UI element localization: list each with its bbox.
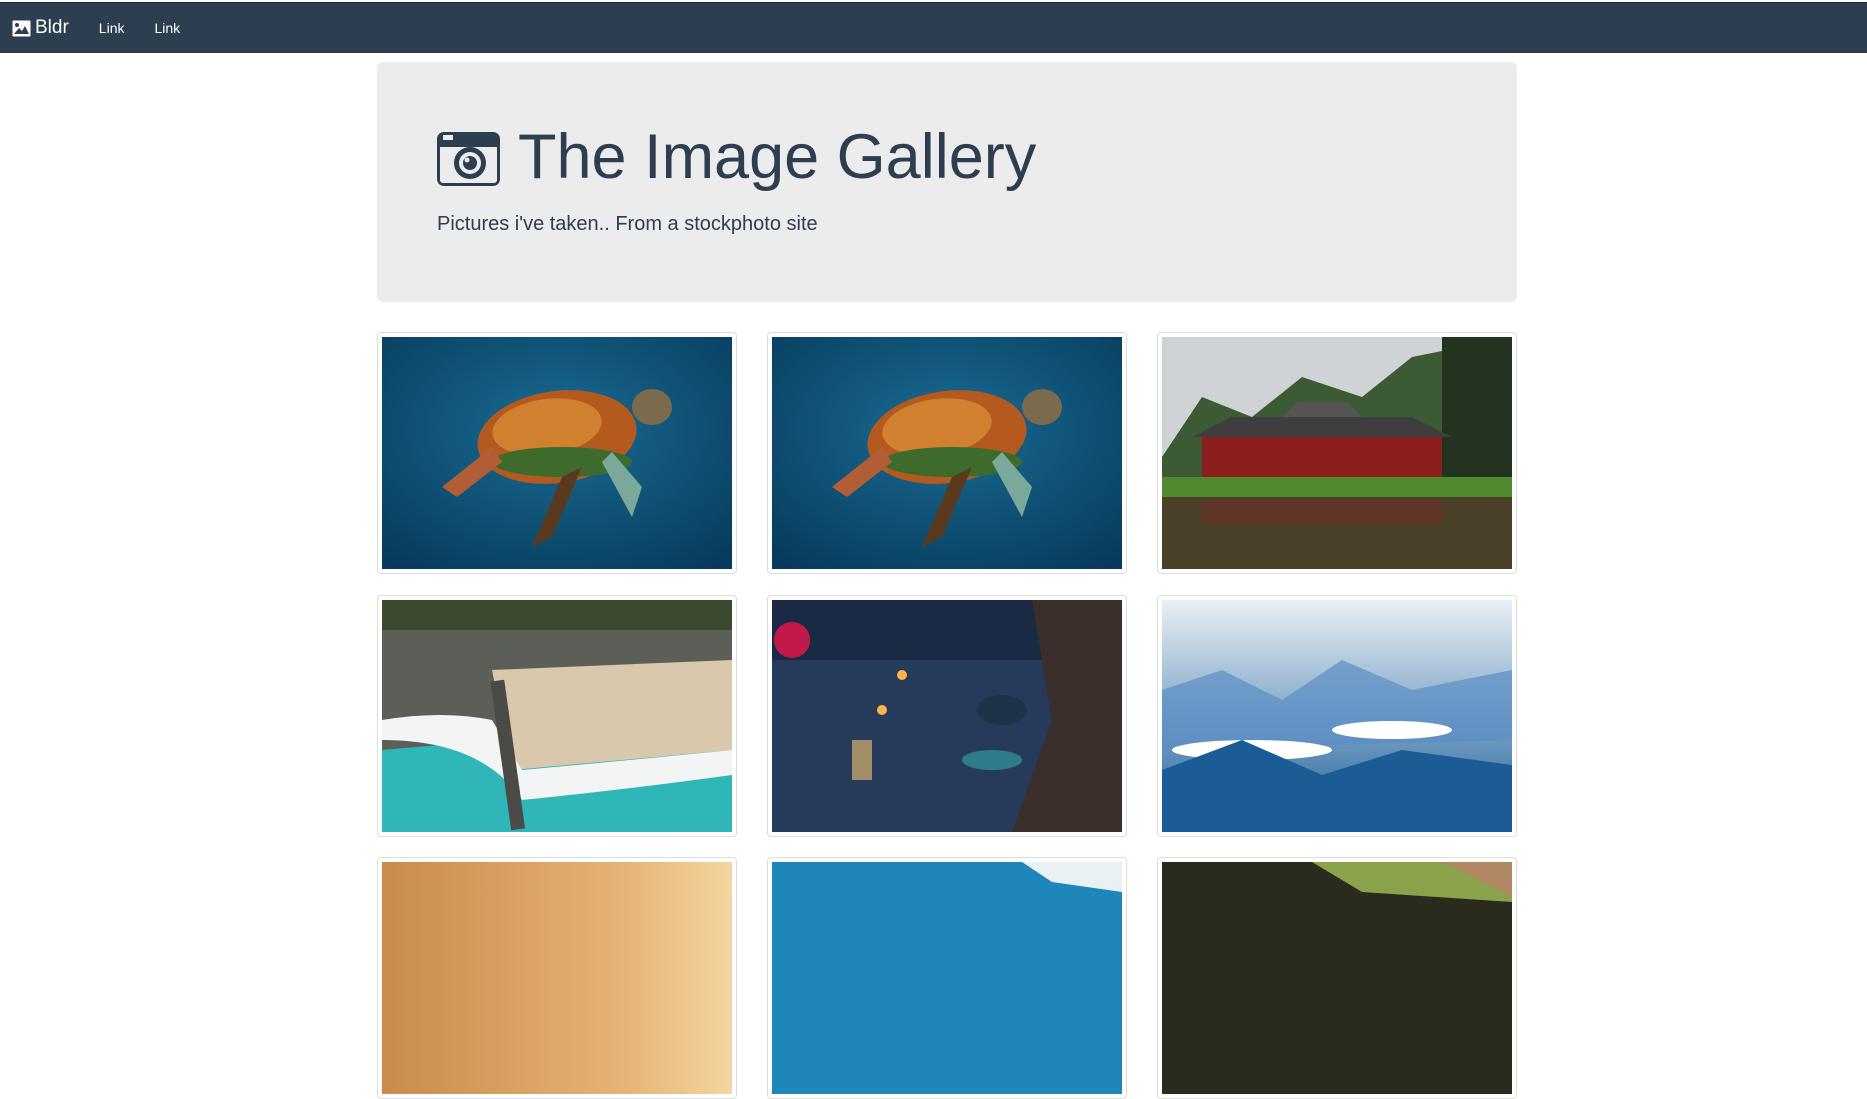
foliage-image — [1162, 862, 1512, 1094]
image-icon — [12, 20, 31, 36]
nav-link-1[interactable]: Link — [99, 20, 125, 36]
nav-link-2[interactable]: Link — [154, 20, 180, 36]
camera-icon — [437, 131, 500, 186]
aerial-beach-image — [382, 600, 732, 832]
sea-turtle-image — [382, 337, 732, 569]
sea-turtle-image — [772, 337, 1122, 569]
page-subtitle: Pictures i've taken.. From a stockphoto … — [437, 213, 818, 235]
title-text: The Image Gallery — [518, 122, 1037, 192]
brand-link[interactable]: Bldr — [12, 17, 69, 39]
gallery-thumbnail[interactable] — [377, 332, 737, 574]
temple-image — [1162, 337, 1512, 569]
sunset-image — [382, 862, 732, 1094]
brand-label: Bldr — [35, 17, 69, 38]
ocean-aerial-image — [772, 862, 1122, 1094]
page-title: The Image Gallery — [437, 126, 1036, 189]
gallery-thumbnail[interactable] — [767, 332, 1127, 574]
gallery-thumbnail[interactable] — [377, 857, 737, 1099]
mountains-clouds-image — [1162, 600, 1512, 832]
dinner-table-image — [772, 600, 1122, 832]
gallery-thumbnail[interactable] — [1157, 857, 1517, 1099]
gallery-thumbnail[interactable] — [767, 857, 1127, 1099]
navbar: Bldr Link Link — [0, 2, 1867, 53]
gallery-thumbnail[interactable] — [377, 595, 737, 837]
gallery-thumbnail[interactable] — [1157, 332, 1517, 574]
gallery-thumbnail[interactable] — [1157, 595, 1517, 837]
jumbotron: The Image Gallery Pictures i've taken.. … — [377, 62, 1517, 302]
gallery-thumbnail[interactable] — [767, 595, 1127, 837]
